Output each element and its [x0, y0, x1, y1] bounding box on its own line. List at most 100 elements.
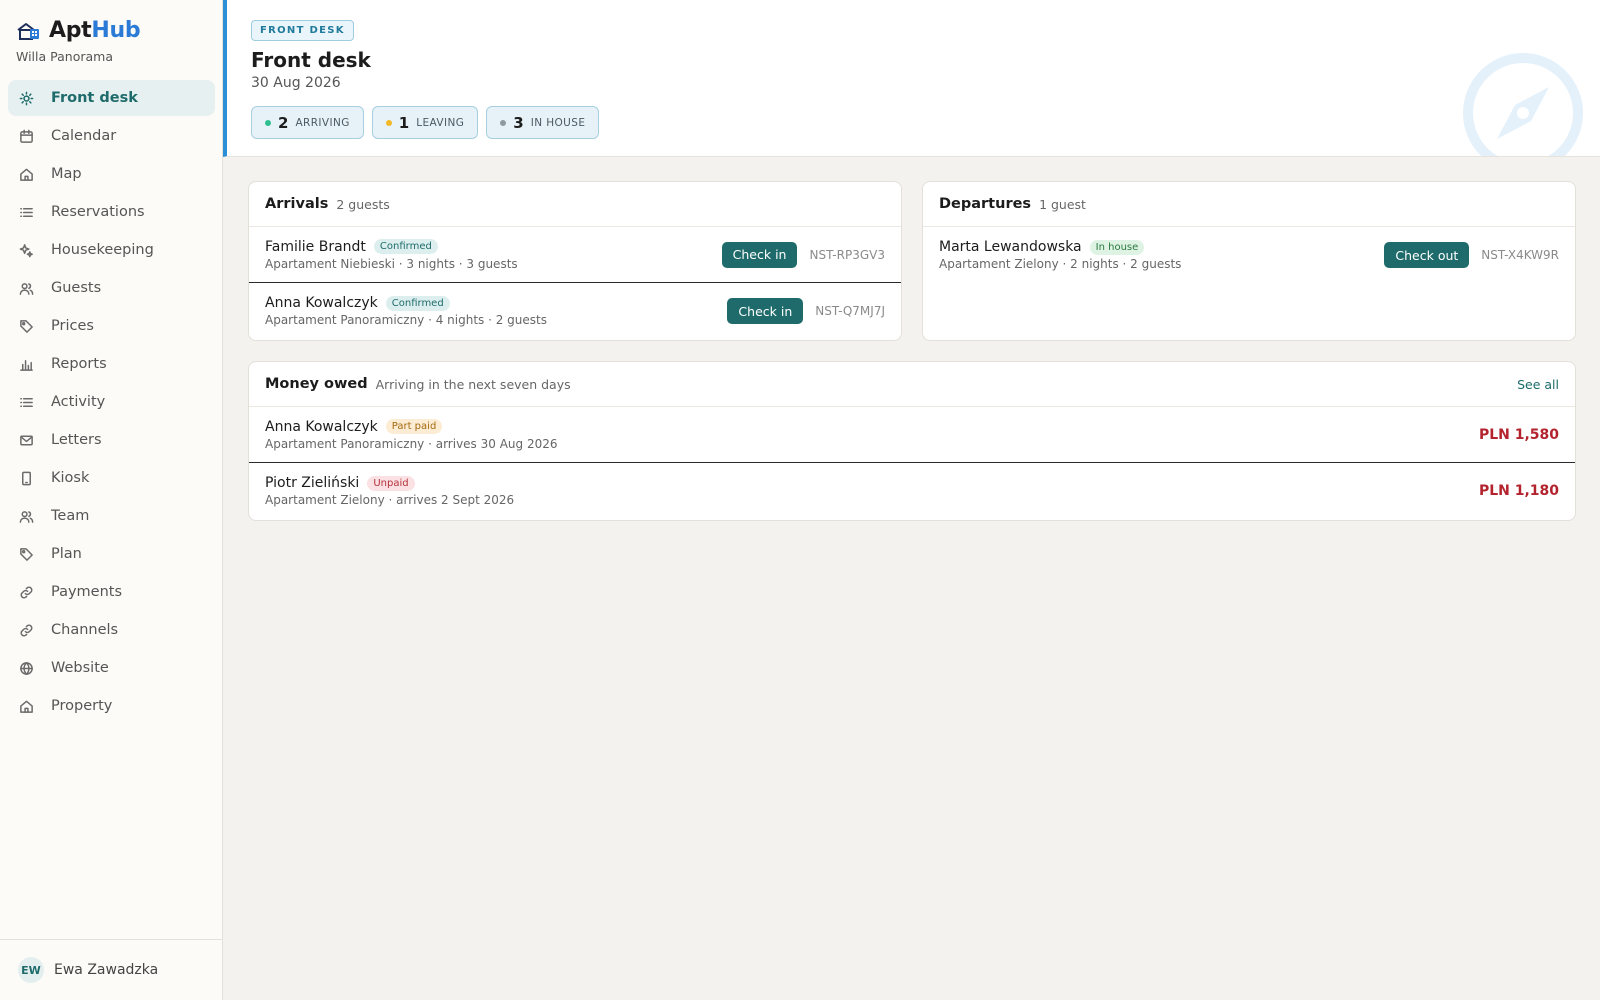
row-info: Anna Kowalczyk Part paid Apartament Pano… [265, 419, 558, 451]
arrivals-card: Arrivals 2 guests Familie Brandt Confirm… [248, 181, 902, 341]
status-badge: Confirmed [373, 239, 438, 254]
sidebar-item-map[interactable]: Map [8, 156, 215, 192]
check-in-button[interactable]: Check in [721, 241, 798, 268]
stat-in-house[interactable]: 3 IN HOUSE [486, 106, 600, 139]
card-count: 1 guest [1039, 196, 1086, 212]
sidebar-item-label: Payments [51, 584, 123, 600]
compass-icon [1463, 53, 1583, 156]
guest-name: Anna Kowalczyk [265, 295, 378, 311]
sidebar-item-label: Housekeeping [51, 242, 154, 258]
stat-leaving[interactable]: 1 LEAVING [371, 106, 479, 139]
guest-name: Familie Brandt [265, 238, 366, 255]
row-top: Anna Kowalczyk Confirmed [265, 295, 547, 311]
globe-icon [18, 660, 34, 676]
row-actions: Check in NST-Q7MJ7J [727, 298, 885, 324]
see-all-link[interactable]: See all [1517, 377, 1559, 392]
row-info: Piotr Zieliński Unpaid Apartament Zielon… [265, 475, 514, 507]
card-title: Arrivals [265, 196, 329, 212]
sidebar-item-housekeeping[interactable]: Housekeeping [8, 232, 215, 268]
list-icon [18, 394, 34, 410]
property-name: Willa Panorama [16, 49, 113, 64]
sidebar-item-website[interactable]: Website [8, 650, 215, 686]
page-date: 30 Aug 2026 [251, 75, 341, 91]
sidebar-item-label: Front desk [51, 90, 138, 106]
building-logo-icon [17, 22, 39, 40]
card-title: Departures [939, 196, 1032, 212]
row-top: Familie Brandt Confirmed [265, 239, 518, 255]
booking-ref: NST-RP3GV3 [809, 247, 885, 262]
guest-name: Anna Kowalczyk [265, 418, 378, 435]
stat-label: IN HOUSE [530, 116, 586, 129]
sidebar-item-kiosk[interactable]: Kiosk [8, 460, 215, 496]
sidebar-item-reports[interactable]: Reports [8, 346, 215, 382]
stats-row: 2 ARRIVING 1 LEAVING 3 IN HOUSE [251, 106, 600, 139]
card-subtitle: Arriving in the next seven days [375, 376, 571, 392]
tablet-icon [18, 470, 34, 486]
payment-status-badge: Unpaid [367, 475, 415, 491]
sidebar-item-label: Activity [51, 394, 106, 410]
stay-details: Apartament Zielony · arrives 2 Sept 2026 [265, 493, 515, 507]
home-icon [18, 698, 34, 714]
amount-owed: PLN 1,180 [1478, 483, 1559, 499]
card-header: Departures 1 guest [923, 182, 1575, 227]
tag-icon [18, 546, 34, 562]
sidebar-item-label: Guests [51, 280, 102, 296]
sidebar-item-plan[interactable]: Plan [8, 536, 215, 572]
in-house-dot-icon [500, 119, 507, 126]
sidebar-item-label: Reservations [51, 204, 145, 220]
stat-count: 2 [278, 113, 289, 132]
sidebar-item-label: Map [51, 166, 82, 182]
sidebar-item-label: Reports [51, 356, 107, 372]
sidebar-nav: Front desk Calendar Map Reservations Hou… [8, 80, 215, 726]
user-menu[interactable]: EW Ewa Zawadzka [0, 939, 222, 1000]
booking-ref: NST-X4KW9R [1481, 248, 1559, 262]
stat-count: 1 [398, 113, 410, 132]
sidebar-item-channels[interactable]: Channels [8, 612, 215, 648]
list-item[interactable]: Anna Kowalczyk Confirmed Apartament Pano… [249, 283, 901, 339]
sidebar-item-label: Prices [51, 318, 94, 334]
home-icon [18, 166, 34, 182]
stat-label: ARRIVING [295, 116, 350, 129]
sidebar-item-property[interactable]: Property [8, 688, 215, 724]
status-badge: In house [1089, 239, 1145, 255]
list-item[interactable]: Marta Lewandowska In house Apartament Zi… [923, 227, 1575, 283]
stay-details: Apartament Panoramiczny · 4 nights · 2 g… [265, 313, 547, 327]
sparkle-icon [18, 242, 34, 258]
stat-count: 3 [513, 113, 524, 132]
sidebar-item-label: Website [51, 660, 109, 676]
brand-name: AptHub [49, 18, 141, 43]
check-out-button[interactable]: Check out [1384, 242, 1470, 268]
row-info: Familie Brandt Confirmed Apartament Nieb… [265, 239, 518, 271]
calendar-icon [18, 128, 34, 144]
link-icon [18, 622, 34, 638]
row-actions: Check in NST-RP3GV3 [721, 241, 885, 268]
stay-details: Apartament Panoramiczny · arrives 30 Aug… [265, 436, 558, 451]
sidebar-item-reservations[interactable]: Reservations [8, 194, 215, 230]
list-item[interactable]: Familie Brandt Confirmed Apartament Nieb… [249, 227, 901, 283]
list-item[interactable]: Anna Kowalczyk Part paid Apartament Pano… [249, 407, 1575, 463]
users-icon [18, 280, 34, 296]
sidebar-item-front-desk[interactable]: Front desk [8, 80, 215, 116]
sidebar-item-prices[interactable]: Prices [8, 308, 215, 344]
list-item[interactable]: Piotr Zieliński Unpaid Apartament Zielon… [249, 463, 1575, 519]
page-title: Front desk [251, 48, 371, 72]
sidebar-item-calendar[interactable]: Calendar [8, 118, 215, 154]
sidebar-item-guests[interactable]: Guests [8, 270, 215, 306]
guest-name: Piotr Zieliński [265, 475, 360, 491]
brand-logo[interactable]: AptHub [16, 18, 141, 43]
check-in-button[interactable]: Check in [727, 298, 804, 324]
stat-arriving[interactable]: 2 ARRIVING [251, 106, 364, 139]
bar-chart-icon [18, 356, 34, 372]
row-top: Piotr Zieliński Unpaid [265, 475, 514, 491]
booking-ref: NST-Q7MJ7J [815, 304, 885, 318]
sidebar-item-label: Team [51, 508, 90, 524]
row-info: Anna Kowalczyk Confirmed Apartament Pano… [265, 295, 547, 327]
guest-name: Marta Lewandowska [939, 239, 1082, 255]
payment-status-badge: Part paid [385, 419, 443, 434]
sidebar-item-payments[interactable]: Payments [8, 574, 215, 610]
section-eyebrow: FRONT DESK [251, 20, 354, 41]
sidebar-item-letters[interactable]: Letters [8, 422, 215, 458]
sidebar-item-activity[interactable]: Activity [8, 384, 215, 420]
link-icon [18, 584, 34, 600]
sidebar-item-team[interactable]: Team [8, 498, 215, 534]
